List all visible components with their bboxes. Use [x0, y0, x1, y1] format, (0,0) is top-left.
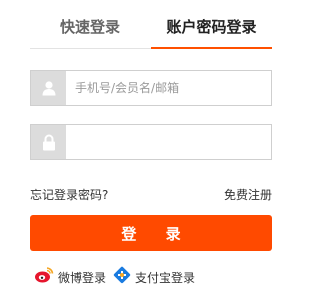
weibo-icon — [34, 266, 54, 288]
alipay-login-label: 支付宝登录 — [135, 270, 196, 285]
weibo-login-link[interactable]: 微博登录 — [34, 266, 106, 288]
tab-divider — [30, 48, 151, 49]
login-button[interactable]: 登 录 — [30, 215, 272, 251]
forgot-password-link[interactable]: 忘记登录密码? — [30, 186, 108, 203]
tab-quick-login[interactable]: 快速登录 — [30, 0, 150, 48]
login-tabs: 快速登录 账户密码登录 — [30, 0, 272, 50]
lock-icon — [31, 125, 66, 159]
login-panel: 快速登录 账户密码登录 忘记登录密码? 免费注册 登 录 — [0, 0, 331, 304]
password-input[interactable] — [66, 125, 271, 159]
register-link[interactable]: 免费注册 — [224, 186, 272, 203]
tab-account-login[interactable]: 账户密码登录 — [151, 0, 272, 48]
password-field[interactable] — [30, 124, 272, 160]
user-icon — [31, 71, 66, 105]
weibo-login-label: 微博登录 — [58, 270, 107, 285]
username-input[interactable] — [66, 71, 271, 105]
alipay-login-link[interactable]: 支付宝登录 — [113, 266, 195, 288]
alipay-icon — [113, 266, 131, 288]
active-tab-indicator — [151, 47, 272, 49]
username-field[interactable] — [30, 70, 272, 106]
